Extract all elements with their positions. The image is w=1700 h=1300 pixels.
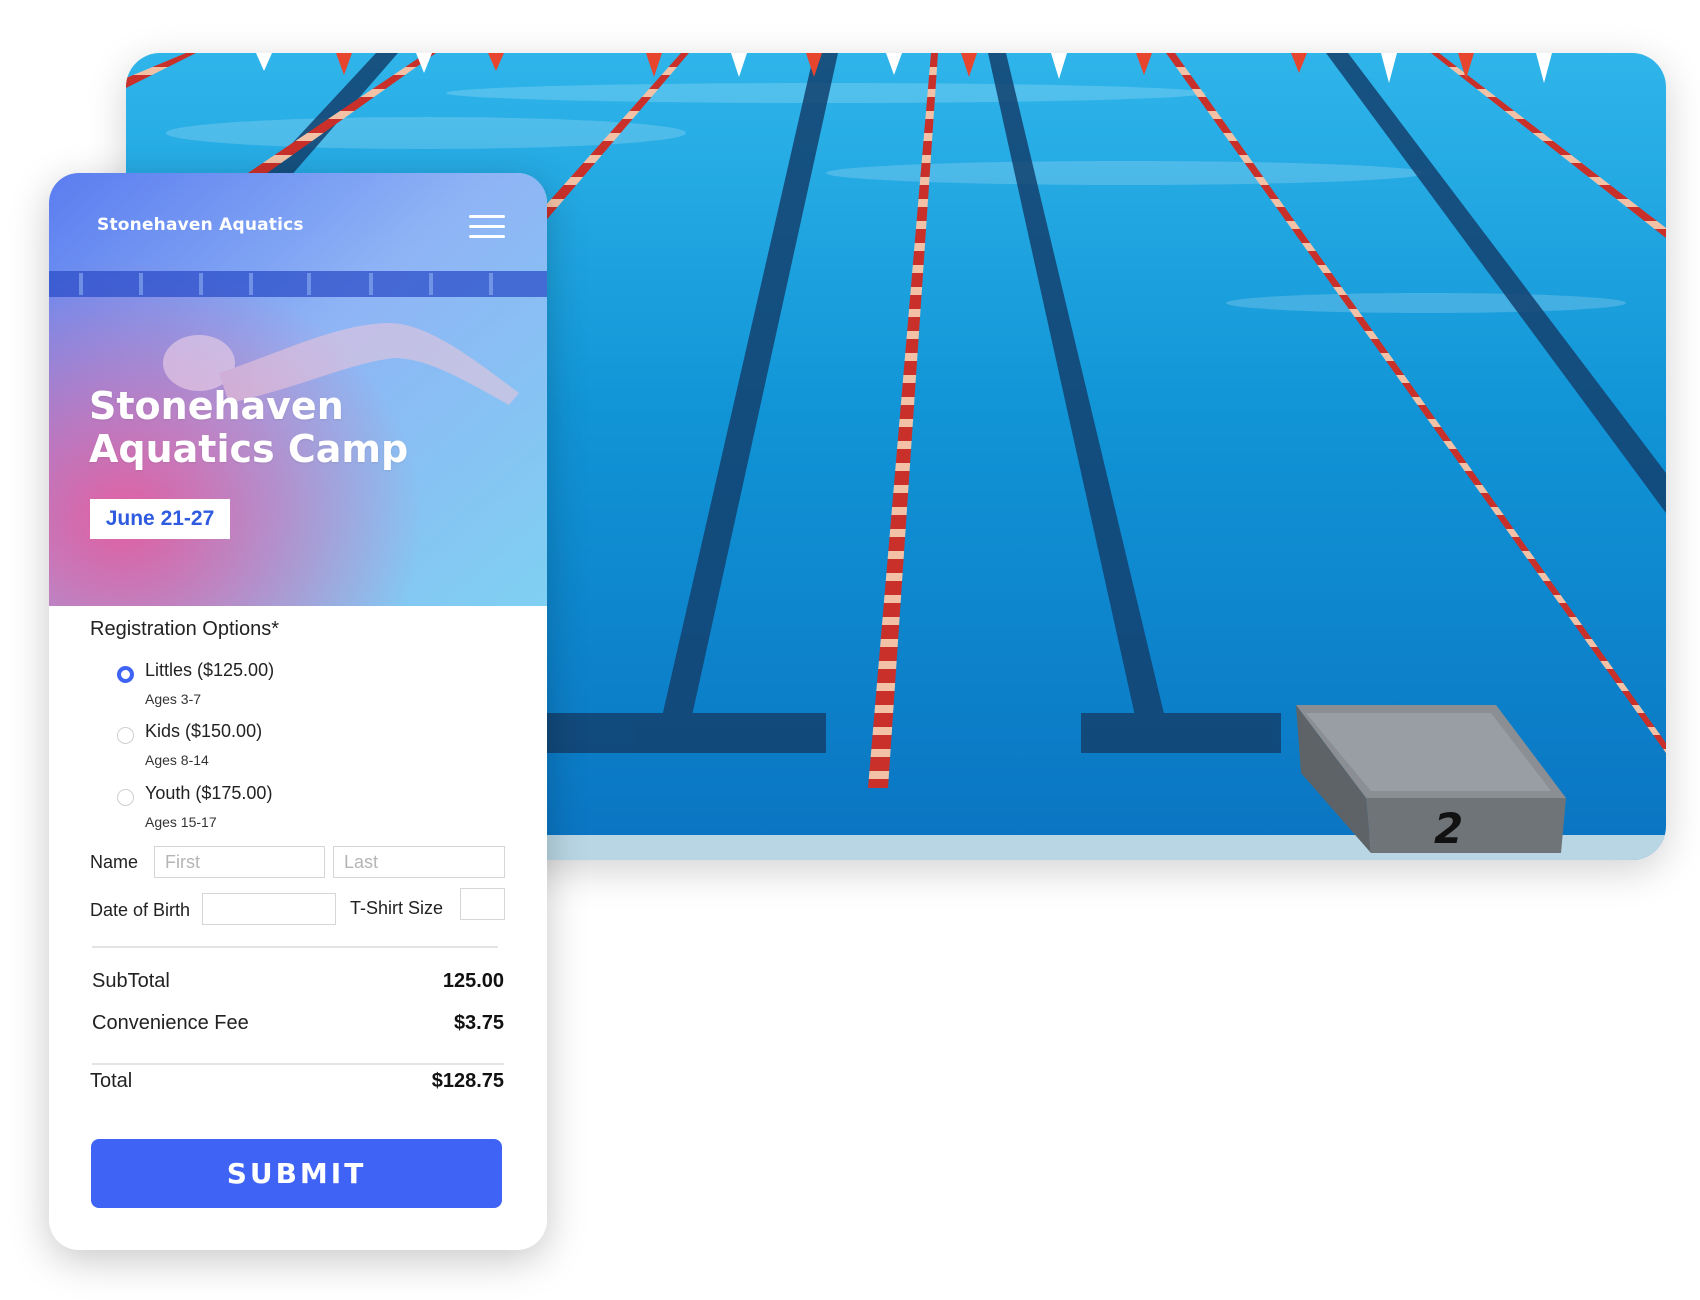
page-title: Stonehaven Aquatics Camp bbox=[89, 384, 409, 471]
block-number: 2 bbox=[1434, 804, 1463, 853]
brand-name[interactable]: Stonehaven Aquatics bbox=[97, 215, 304, 235]
option-kids[interactable]: Kids ($150.00) Ages 8-14 bbox=[117, 721, 517, 777]
divider bbox=[92, 1063, 504, 1065]
option-label: Youth ($175.00) bbox=[145, 783, 273, 803]
registration-options-title: Registration Options* bbox=[90, 618, 279, 640]
option-ages: Ages 8-14 bbox=[145, 752, 209, 768]
subtotal-label: SubTotal bbox=[92, 970, 170, 992]
option-littles[interactable]: Littles ($125.00) Ages 3-7 bbox=[117, 660, 517, 716]
total-label: Total bbox=[90, 1070, 133, 1092]
tshirt-size-label: T-Shirt Size bbox=[350, 898, 444, 918]
option-ages: Ages 15-17 bbox=[145, 814, 217, 830]
submit-button[interactable]: SUBMIT bbox=[91, 1139, 502, 1208]
option-youth[interactable]: Youth ($175.00) Ages 15-17 bbox=[117, 783, 517, 839]
option-label: Littles ($125.00) bbox=[145, 660, 275, 680]
option-label: Kids ($150.00) bbox=[145, 721, 263, 741]
subtotal-value: 125.00 bbox=[442, 970, 504, 992]
hamburger-menu-icon[interactable] bbox=[469, 215, 505, 241]
radio-selected-icon[interactable] bbox=[117, 666, 134, 683]
radio-unselected-icon[interactable] bbox=[117, 727, 134, 744]
convenience-fee-label: Convenience Fee bbox=[92, 1012, 249, 1034]
radio-unselected-icon[interactable] bbox=[117, 789, 134, 806]
date-badge: June 21-27 bbox=[90, 499, 230, 539]
name-label: Name bbox=[90, 852, 139, 872]
convenience-fee-value: $3.75 bbox=[453, 1012, 504, 1034]
hero-banner: Stonehaven Aquatics Stonehaven Aquatics … bbox=[49, 173, 547, 606]
option-ages: Ages 3-7 bbox=[145, 691, 202, 707]
dob-input[interactable] bbox=[202, 893, 336, 925]
registration-phone-card: Stonehaven Aquatics Stonehaven Aquatics … bbox=[49, 173, 547, 1250]
tshirt-size-input[interactable] bbox=[460, 888, 505, 920]
first-name-input[interactable] bbox=[154, 846, 325, 878]
dob-label: Date of Birth bbox=[90, 900, 191, 920]
float-line bbox=[49, 271, 547, 297]
registration-form: Registration Options* Littles ($125.00) … bbox=[49, 606, 547, 1250]
divider bbox=[92, 946, 498, 948]
last-name-input[interactable] bbox=[333, 846, 505, 878]
total-value: $128.75 bbox=[431, 1070, 504, 1092]
